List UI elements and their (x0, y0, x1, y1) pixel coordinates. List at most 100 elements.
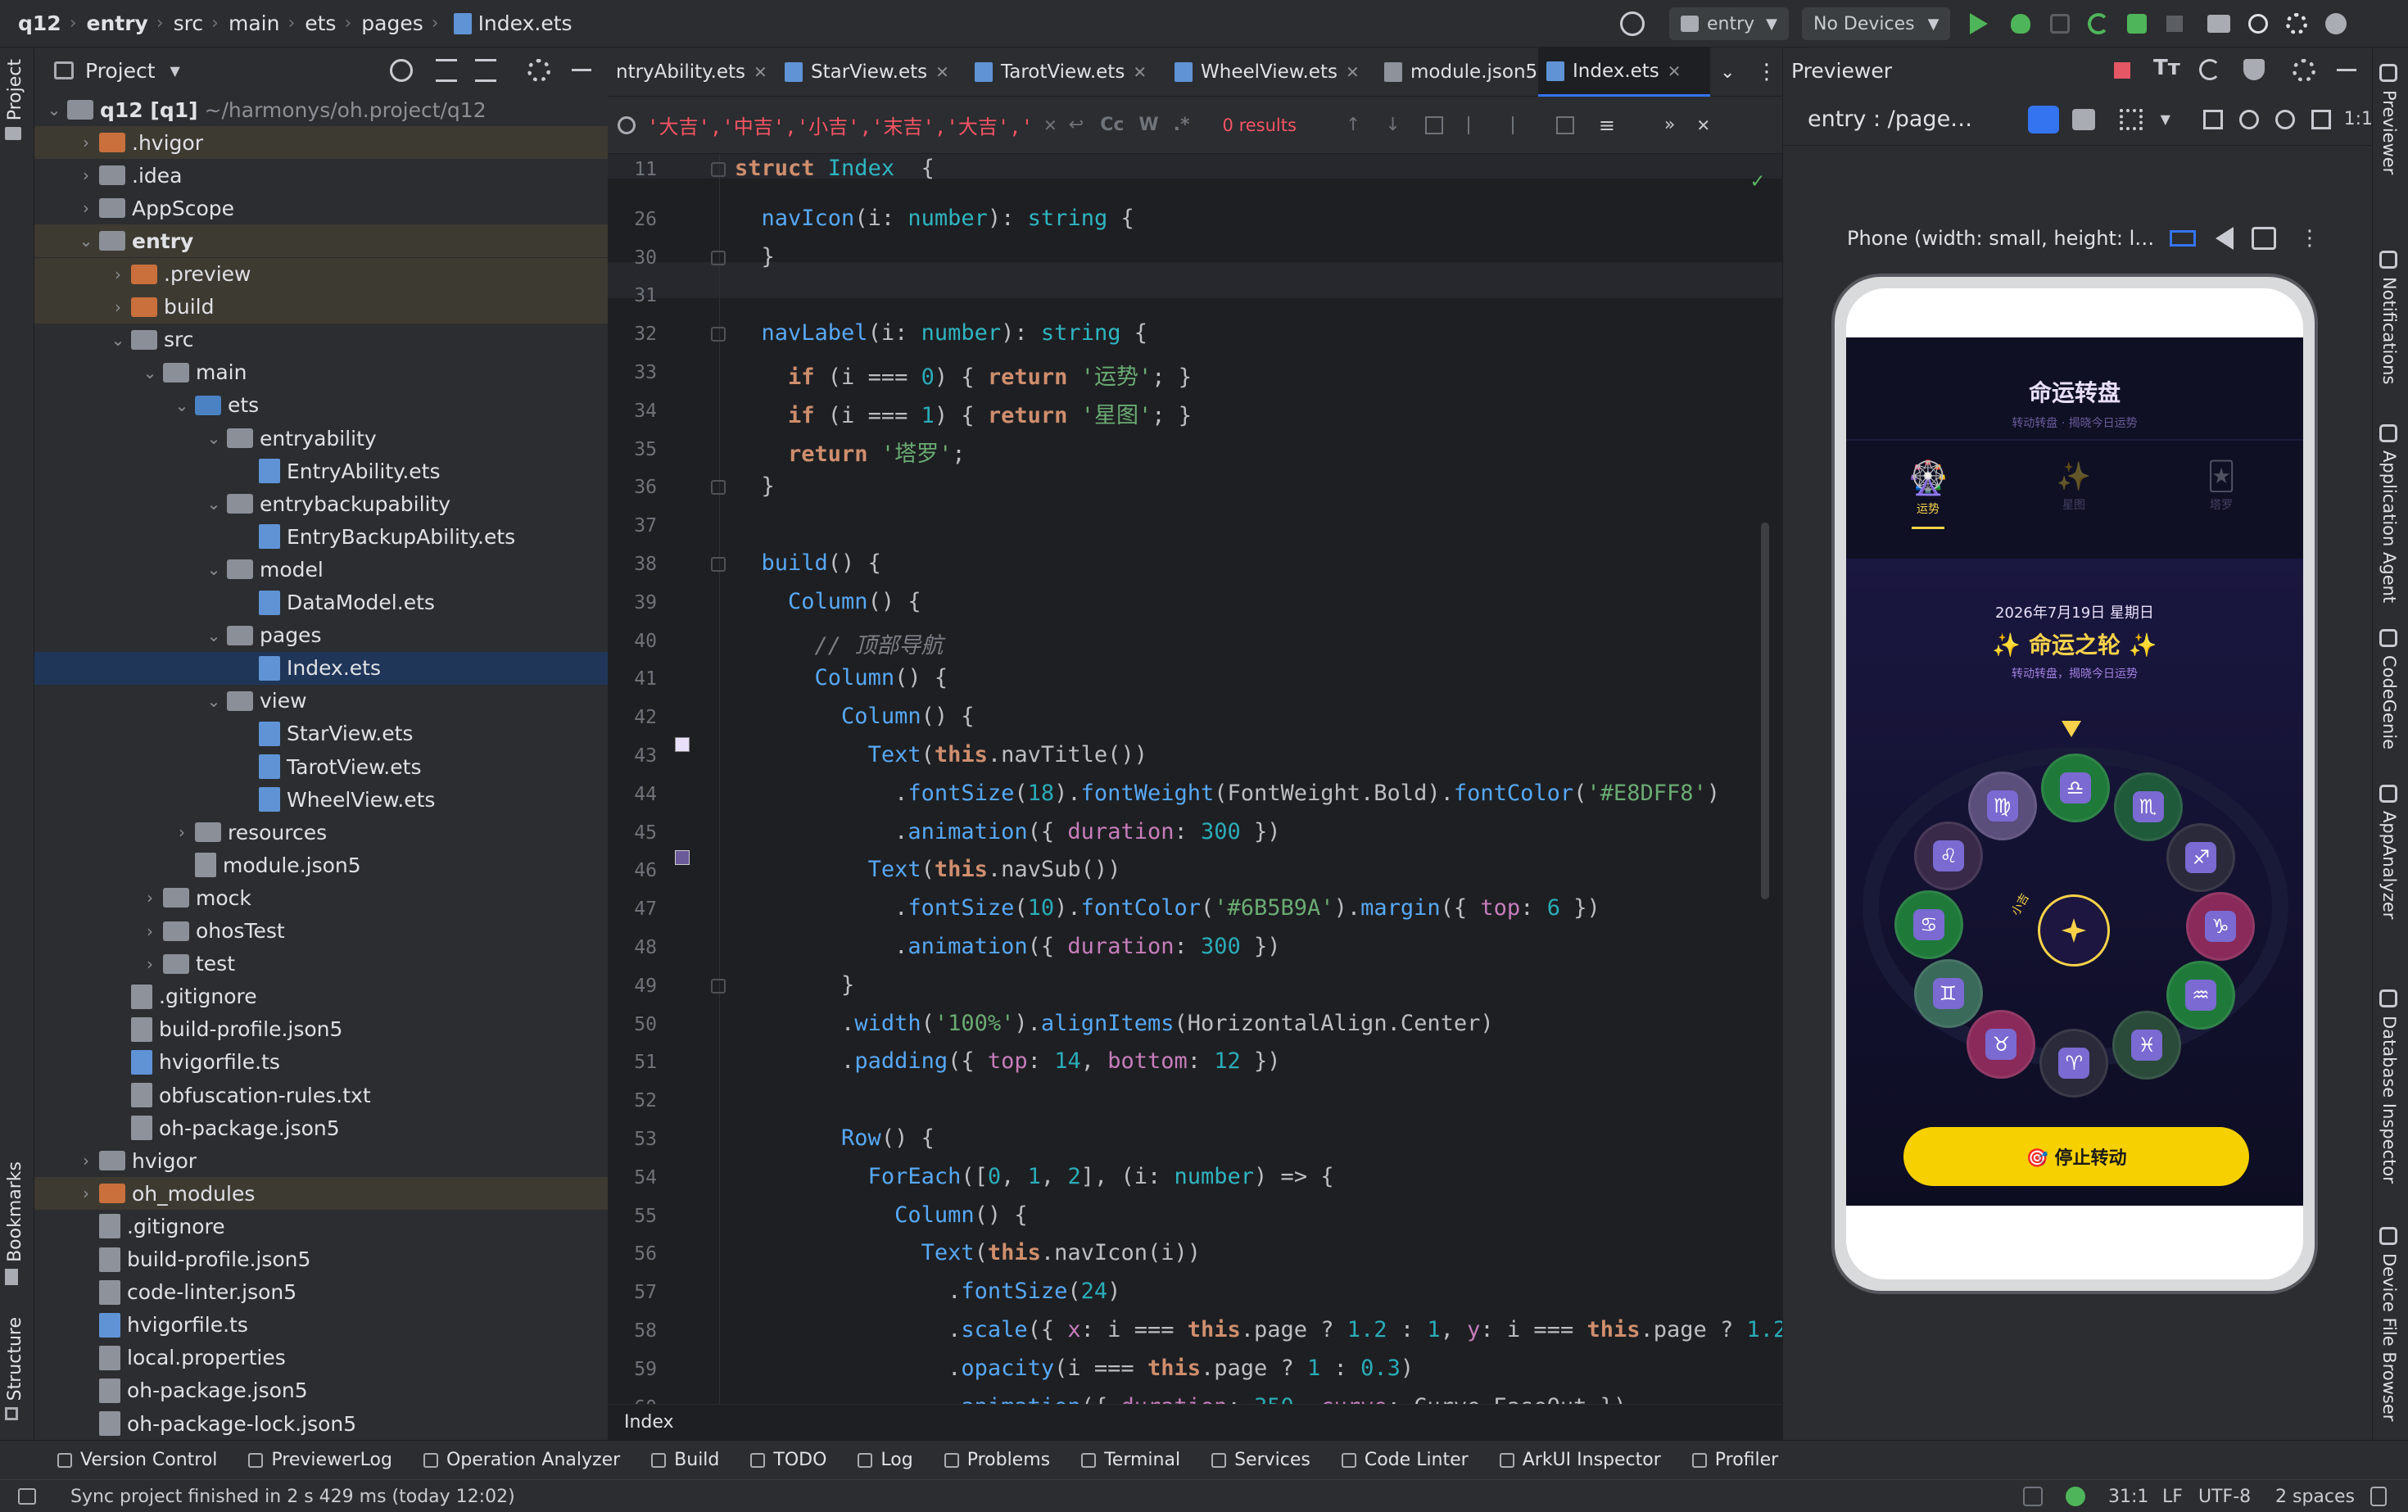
chevron-down-icon[interactable]: ⌄ (206, 428, 222, 448)
status-ok-icon[interactable] (2066, 1487, 2085, 1506)
editor-tab[interactable]: TarotView.ets ✕ (966, 48, 1166, 97)
inspector-icon[interactable] (2243, 59, 2265, 80)
font-size-icon[interactable]: Tт (2153, 56, 2180, 80)
chevron-down-icon[interactable]: ⌄ (206, 626, 222, 645)
chevron-down-icon[interactable]: ⌄ (174, 396, 190, 415)
previewer-tool-tab[interactable]: Previewer (2379, 64, 2399, 174)
editor-more-button[interactable]: ⋮ (1748, 48, 1786, 97)
tree-item[interactable]: › AppScope (34, 192, 608, 224)
inspect-toggle-icon[interactable] (2027, 105, 2059, 134)
chevron-right-icon[interactable]: › (78, 1151, 94, 1170)
tree-item[interactable]: local.properties (34, 1342, 608, 1374)
color-swatch-icon[interactable] (675, 850, 690, 865)
settings-gear-icon[interactable] (2286, 13, 2308, 34)
chevron-down-icon[interactable]: ⌄ (206, 559, 222, 579)
expand-replace-icon[interactable]: » (1664, 115, 1675, 135)
chevron-down-icon[interactable]: ▼ (170, 63, 180, 79)
chevron-right-icon[interactable]: › (78, 165, 94, 185)
breadcrumb-item[interactable]: ets (305, 11, 336, 35)
tree-item[interactable]: ⌄ view (34, 685, 608, 718)
lock-icon[interactable] (2370, 1487, 2387, 1506)
tree-item[interactable]: Index.ets (34, 651, 608, 685)
back-triangle-icon[interactable] (2216, 227, 2234, 250)
fold-marker-icon[interactable] (711, 480, 726, 496)
line-separator[interactable]: LF (2162, 1487, 2183, 1507)
tree-item[interactable]: ⌄ main (34, 356, 608, 389)
project-panel-title[interactable]: Project (85, 59, 156, 83)
search-icon[interactable] (2248, 14, 2269, 34)
zoom-out-icon[interactable] (2238, 109, 2259, 129)
zoom-in-icon[interactable] (2274, 109, 2295, 129)
actual-size-icon[interactable]: 1:1 (2344, 109, 2373, 129)
project-tool-tab[interactable]: Project (5, 59, 25, 141)
run-config-dropdown[interactable]: entry ▼ (1669, 7, 1790, 40)
color-swatch-icon[interactable] (675, 737, 690, 752)
bottom-tool-operation-analyzer[interactable]: Operation Analyzer (423, 1450, 620, 1470)
nav-tab-tarot[interactable]: 🃏 塔罗 (2188, 460, 2254, 513)
multi-device-icon[interactable] (2119, 108, 2143, 130)
tree-item[interactable]: ⌄ entrybackupability (34, 487, 608, 520)
tree-item[interactable]: hvigorfile.ts (34, 1309, 608, 1342)
indent-setting[interactable]: 2 spaces (2275, 1487, 2355, 1507)
device-manager-icon[interactable] (2207, 15, 2231, 33)
regex-toggle[interactable]: .* (1174, 115, 1190, 135)
expand-all-icon[interactable] (436, 59, 457, 82)
editor-breadcrumb-item[interactable]: Index (624, 1412, 674, 1433)
code-editor[interactable]: 11 struct Index {26 navIcon(i: number): s… (608, 154, 1782, 1404)
no-internet-icon[interactable] (2023, 1487, 2043, 1506)
close-icon[interactable]: ✕ (1133, 62, 1147, 82)
database-inspector-tool-tab[interactable]: Database Inspector (2379, 989, 2399, 1184)
debug-icon[interactable] (2011, 14, 2031, 34)
bottom-tool-todo[interactable]: TODO (750, 1450, 826, 1470)
reload-icon[interactable] (2088, 13, 2110, 34)
select-all-icon[interactable] (1424, 115, 1443, 134)
chevron-down-icon[interactable]: ⌄ (78, 231, 94, 251)
close-icon[interactable]: ✕ (1346, 62, 1360, 82)
bottom-tool-arkui-inspector[interactable]: ArkUI Inspector (1499, 1450, 1661, 1470)
profile-icon[interactable] (2127, 14, 2148, 34)
bottom-tool-previewerlog[interactable]: PreviewerLog (248, 1450, 392, 1470)
tree-item[interactable]: obfuscation-rules.txt (34, 1079, 608, 1111)
fold-marker-icon[interactable] (711, 162, 726, 177)
application-agent-tool-tab[interactable]: Application Agent (2379, 424, 2399, 603)
find-input[interactable]: '大吉','中吉','小吉','末吉','大吉','中吉', (647, 111, 1032, 139)
bottom-tool-log[interactable]: Log (858, 1450, 913, 1470)
tree-item[interactable]: oh-package.json5 (34, 1111, 608, 1144)
tree-item[interactable]: EntryAbility.ets (34, 455, 608, 487)
tree-item[interactable]: ⌄ model (34, 553, 608, 586)
whole-word-toggle[interactable]: W (1138, 115, 1158, 135)
device-profile-label[interactable]: Phone (width: small, height: l… (1847, 227, 2158, 250)
tree-item[interactable]: ⌄ pages (34, 619, 608, 652)
breadcrumb-item[interactable]: pages (361, 11, 423, 35)
bookmarks-tool-tab[interactable]: Bookmarks (5, 1161, 25, 1285)
breadcrumb-item[interactable]: Index.ets (478, 11, 573, 35)
bottom-tool-services[interactable]: Services (1211, 1450, 1310, 1470)
chevron-right-icon[interactable]: › (174, 822, 190, 842)
tree-item[interactable]: › mock (34, 881, 608, 914)
target-icon[interactable] (1620, 11, 1645, 36)
account-icon[interactable] (2325, 13, 2347, 34)
filter-icon[interactable]: ≡ (1599, 114, 1615, 137)
tree-item[interactable]: hvigorfile.ts (34, 1046, 608, 1079)
tree-item[interactable]: TarotView.ets (34, 750, 608, 783)
breadcrumb-item[interactable]: q12 (18, 11, 61, 35)
hide-panel-icon[interactable] (2337, 69, 2356, 71)
nav-tab-fortune[interactable]: 🎡 运势 (1895, 459, 1961, 529)
file-encoding[interactable]: UTF-8 (2198, 1487, 2251, 1507)
chevron-right-icon[interactable]: › (78, 133, 94, 152)
tree-item[interactable]: StarView.ets (34, 718, 608, 750)
more-vertical-icon[interactable]: ⋮ (2299, 226, 2320, 251)
wheel-center[interactable] (2038, 894, 2110, 967)
run-icon[interactable] (1970, 13, 1989, 34)
status-message[interactable]: Sync project finished in 2 s 429 ms (tod… (70, 1487, 515, 1507)
bottom-tool-version-control[interactable]: Version Control (57, 1450, 217, 1470)
tree-item[interactable]: .gitignore (34, 1210, 608, 1243)
chevron-right-icon[interactable]: › (110, 265, 126, 284)
locate-icon[interactable] (390, 59, 413, 82)
tree-item[interactable]: ⌄ entry (34, 224, 608, 258)
tree-item[interactable]: ⌄ ets (34, 389, 608, 422)
fold-device-icon[interactable] (2252, 227, 2276, 250)
chevron-down-icon[interactable]: ⌄ (110, 330, 126, 350)
bottom-tool-build[interactable]: Build (651, 1450, 719, 1470)
device-file-browser-tool-tab[interactable]: Device File Browser (2379, 1227, 2399, 1421)
